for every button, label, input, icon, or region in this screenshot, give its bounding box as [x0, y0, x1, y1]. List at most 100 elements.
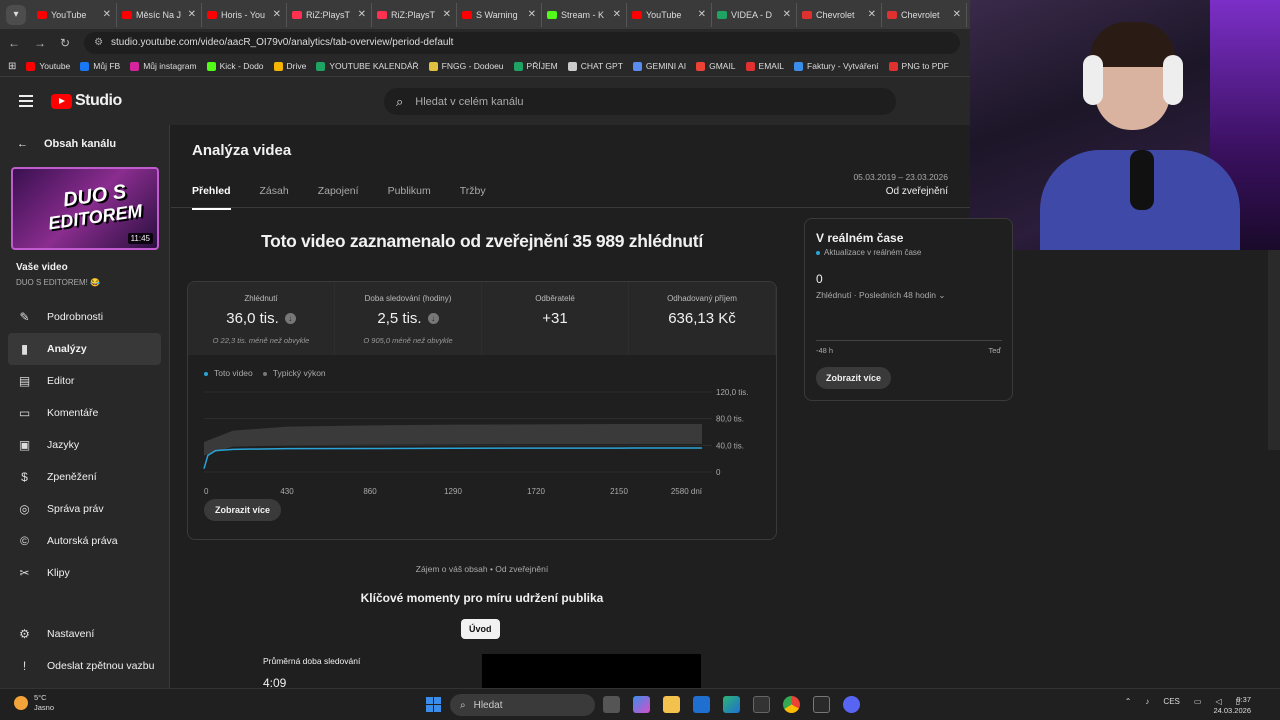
- browser-tab[interactable]: Měsíc Na J ✕: [117, 2, 202, 27]
- bookmark-item[interactable]: Faktury - Vytváření: [794, 61, 879, 71]
- y-tick-label: 120,0 tis.: [716, 388, 748, 397]
- y-tick-label: 0: [716, 468, 721, 477]
- windows-start-icon[interactable]: [426, 697, 441, 712]
- bookmark-label: GMAIL: [709, 61, 736, 71]
- edge-icon[interactable]: [723, 696, 740, 713]
- browser-tab[interactable]: Horis - You ✕: [202, 2, 287, 27]
- copilot-icon[interactable]: [633, 696, 650, 713]
- network-icon[interactable]: ▭: [1194, 697, 1202, 706]
- browser-tab[interactable]: VIDEA - D ✕: [712, 2, 797, 27]
- browser-tab[interactable]: RiZ:PlaysT ✕: [372, 2, 457, 27]
- browser-tab[interactable]: Chevrolet ✕: [797, 2, 882, 27]
- tab-favicon-icon: [547, 10, 557, 19]
- chevron-up-icon[interactable]: ⌃: [1125, 697, 1132, 706]
- realtime-show-more-button[interactable]: Zobrazit více: [816, 367, 892, 389]
- browser-tab-bar: ▾ YouTube ✕ Měsíc Na J ✕ Horis - You ✕ RiZ:Pla…: [0, 0, 970, 29]
- site-info-icon[interactable]: ⚙: [94, 37, 103, 48]
- close-icon[interactable]: ✕: [188, 9, 196, 20]
- browser-tab[interactable]: YouTube ✕: [627, 2, 712, 27]
- browser-tab[interactable]: Stream - K ✕: [542, 2, 627, 27]
- discord-icon[interactable]: [843, 696, 860, 713]
- close-icon[interactable]: ✕: [273, 9, 281, 20]
- taskbar-apps: [603, 696, 860, 713]
- sidebar-item[interactable]: © Autorská práva: [8, 525, 161, 557]
- show-more-button[interactable]: Zobrazit více: [204, 499, 282, 521]
- date-range-selector[interactable]: 05.03.2019 – 23.03.2026 Od zveřejnění: [853, 172, 948, 197]
- close-icon[interactable]: ✕: [953, 9, 961, 20]
- reload-icon[interactable]: ↻: [60, 36, 70, 50]
- task-view-icon[interactable]: [603, 696, 620, 713]
- bookmark-item[interactable]: CHAT GPT: [567, 61, 623, 71]
- sidebar-item[interactable]: ▣ Jazyky: [8, 429, 161, 461]
- realtime-card: V reálném čase Aktualizace v reálném čas…: [804, 218, 1013, 401]
- sidebar-item[interactable]: ▭ Komentáře: [8, 397, 161, 429]
- menu-icon[interactable]: [19, 95, 33, 107]
- bookmark-item[interactable]: PNG to PDF: [888, 61, 949, 71]
- search-input[interactable]: ⌕ Hledat v celém kanálu: [384, 88, 896, 115]
- arrow-down-icon: ↓: [284, 313, 296, 324]
- language-indicator[interactable]: CES: [1163, 697, 1179, 706]
- close-icon[interactable]: ✕: [443, 9, 451, 20]
- sidebar-item[interactable]: ▮ Analýzy: [8, 333, 161, 365]
- bookmark-item[interactable]: Můj FB: [80, 61, 120, 71]
- weather-widget[interactable]: 5°C Jasno: [14, 693, 54, 713]
- bookmark-item[interactable]: Youtube: [26, 61, 70, 71]
- bookmark-item[interactable]: PŘÍJEM: [513, 61, 558, 71]
- intro-button[interactable]: Úvod: [461, 619, 500, 639]
- bookmark-item[interactable]: GEMINI AI: [632, 61, 686, 71]
- forward-icon[interactable]: →: [34, 36, 46, 50]
- sidebar-item[interactable]: ! Odeslat zpětnou vazbu: [8, 650, 161, 682]
- browser-tab[interactable]: S Warning ✕: [457, 2, 542, 27]
- scrollbar[interactable]: [1268, 250, 1280, 450]
- close-icon[interactable]: ✕: [528, 9, 536, 20]
- chrome-icon[interactable]: [783, 696, 800, 713]
- close-icon[interactable]: ✕: [868, 9, 876, 20]
- metric-card[interactable]: Zhlédnutí 36,0 tis. ↓ O 22,3 tis. méně než …: [188, 282, 335, 355]
- browser-tab[interactable]: RiZ:PlaysT ✕: [287, 2, 372, 27]
- metric-card[interactable]: Odhadovaný příjem 636,13 Kč: [629, 282, 776, 355]
- legend-typical: Typický výkon: [262, 368, 326, 378]
- video-preview[interactable]: [482, 654, 701, 688]
- terminal-icon[interactable]: [753, 696, 770, 713]
- apps-icon[interactable]: ⊞: [8, 61, 16, 72]
- sidebar-item[interactable]: ▤ Editor: [8, 365, 161, 397]
- back-to-content-link[interactable]: ← Obsah kanálu: [0, 125, 169, 150]
- bookmark-item[interactable]: GMAIL: [696, 61, 736, 71]
- tab-favicon-icon: [632, 10, 642, 19]
- bookmark-favicon-icon: [316, 61, 326, 71]
- close-icon[interactable]: ✕: [613, 9, 621, 20]
- epic-games-icon[interactable]: [813, 696, 830, 713]
- metric-card[interactable]: Odběratelé +31: [482, 282, 629, 355]
- outlook-icon[interactable]: [693, 696, 710, 713]
- clock[interactable]: 0:37 24.03.2026: [1213, 694, 1251, 716]
- bookmark-item[interactable]: FNGG - Dodoeu: [428, 61, 504, 71]
- file-explorer-icon[interactable]: [663, 696, 680, 713]
- browser-tab[interactable]: YouTube ✕: [32, 2, 117, 27]
- close-icon[interactable]: ✕: [698, 9, 706, 20]
- browser-tab[interactable]: Chevrolet ✕: [882, 2, 967, 27]
- sidebar-item[interactable]: ✎ Podrobnosti: [8, 301, 161, 333]
- sidebar-item[interactable]: ⚙ Nastavení: [8, 618, 161, 650]
- metric-card[interactable]: Doba sledování (hodiny) 2,5 tis. ↓ O 905,0 …: [335, 282, 482, 355]
- sidebar-item[interactable]: $ Zpeněžení: [8, 461, 161, 493]
- bookmark-item[interactable]: EMAIL: [745, 61, 784, 71]
- close-icon[interactable]: ✕: [358, 9, 366, 20]
- back-icon[interactable]: ←: [8, 36, 20, 50]
- bookmark-item[interactable]: YOUTUBE KALENDÁŘ: [316, 61, 419, 71]
- studio-logo[interactable]: Studio: [51, 92, 122, 110]
- your-video-label: Vaše video: [16, 262, 68, 273]
- bookmark-item[interactable]: Kick - Dodo: [206, 61, 264, 71]
- close-icon[interactable]: ✕: [103, 9, 111, 20]
- bookmark-item[interactable]: Drive: [273, 61, 306, 71]
- close-icon[interactable]: ✕: [783, 9, 791, 20]
- url-field[interactable]: ⚙ studio.youtube.com/video/aacR_OI79v0/a…: [84, 31, 960, 54]
- tab-list-button[interactable]: ▾: [6, 4, 26, 25]
- sidebar-item[interactable]: ✂ Klipy: [8, 557, 161, 589]
- video-thumbnail[interactable]: DUO S EDITOREM 11:45: [11, 167, 159, 250]
- realtime-period-dropdown[interactable]: Zhlédnutí · Posledních 48 hodin ⌄: [816, 290, 946, 301]
- microphone-icon[interactable]: ♪: [1145, 697, 1149, 706]
- taskbar-search[interactable]: ⌕ Hledat: [450, 694, 595, 716]
- typical-band: [204, 424, 702, 456]
- bookmark-item[interactable]: Můj instagram: [130, 61, 197, 71]
- sidebar-item[interactable]: ◎ Správa práv: [8, 493, 161, 525]
